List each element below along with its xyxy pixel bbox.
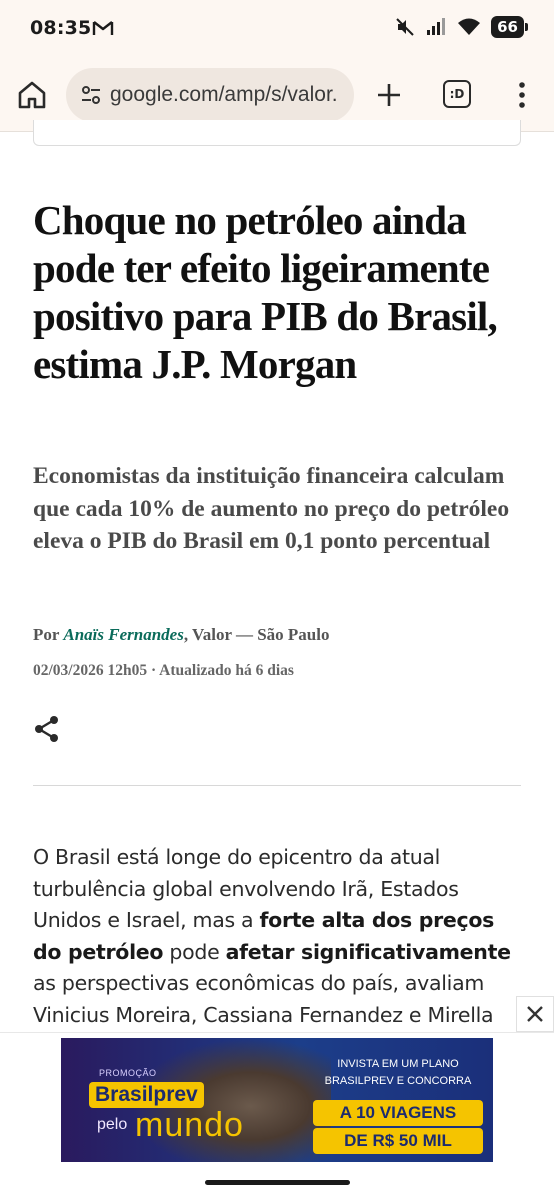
signal-icon bbox=[427, 18, 446, 35]
body-text-2: pode bbox=[163, 939, 226, 964]
more-menu-icon[interactable] bbox=[512, 80, 532, 110]
byline-source: , Valor — São Paulo bbox=[183, 625, 330, 644]
body-text-3: as perspectivas econômicas do país, aval… bbox=[33, 971, 494, 1027]
home-indicator[interactable] bbox=[205, 1180, 350, 1185]
status-icons: 66 bbox=[395, 16, 528, 38]
article-headline: Choque no petróleo ainda pode ter efeito… bbox=[33, 197, 498, 387]
divider bbox=[33, 785, 521, 786]
home-icon[interactable] bbox=[16, 80, 48, 110]
tab-switcher-button[interactable]: :D bbox=[443, 80, 471, 108]
ad-prize-line-1: A 10 VIAGENS bbox=[313, 1100, 483, 1126]
ad-brand: Brasilprev bbox=[89, 1082, 204, 1108]
ad-prize-line-2: DE R$ 50 MIL bbox=[313, 1128, 483, 1154]
battery-indicator: 66 bbox=[491, 16, 528, 38]
close-icon bbox=[527, 1006, 543, 1022]
url-text: google.com/amp/s/valor. bbox=[110, 83, 338, 106]
previous-content-card bbox=[33, 120, 521, 146]
ad-banner[interactable]: PROMOÇÃO Brasilprev pelo mundo INVISTA E… bbox=[61, 1038, 493, 1162]
url-bar[interactable]: google.com/amp/s/valor. bbox=[66, 68, 354, 122]
ad-pelo: pelo bbox=[97, 1116, 128, 1133]
ad-promo-label: PROMOÇÃO bbox=[99, 1068, 157, 1078]
status-time: 08:35 bbox=[30, 17, 92, 39]
new-tab-icon[interactable] bbox=[374, 80, 404, 110]
gmail-icon bbox=[92, 21, 114, 35]
site-settings-icon[interactable] bbox=[80, 84, 102, 106]
ad-invista-text: INVISTA EM UM PLANO BRASILPREV E CONCORR… bbox=[324, 1058, 472, 1087]
byline-prefix: Por bbox=[33, 625, 60, 644]
publish-date: 02/03/2026 12h05 · Atualizado há 6 dias bbox=[33, 662, 294, 679]
mute-icon bbox=[396, 18, 414, 36]
article-body-paragraph: O Brasil está longe do epicentro da atua… bbox=[33, 842, 528, 1031]
article-subheadline: Economistas da instituição financeira ca… bbox=[33, 463, 510, 554]
wifi-icon bbox=[458, 18, 481, 35]
status-bar: 08:35 66 bbox=[0, 0, 554, 58]
ad-close-button[interactable] bbox=[516, 996, 554, 1032]
byline: Por Anaïs Fernandes, Valor — São Paulo bbox=[33, 625, 329, 645]
author-link[interactable]: Anaïs Fernandes bbox=[63, 625, 183, 644]
body-emphasis: afetar significativamente bbox=[225, 939, 511, 964]
ad-mundo: mundo bbox=[135, 1106, 244, 1144]
share-icon[interactable] bbox=[33, 714, 61, 744]
